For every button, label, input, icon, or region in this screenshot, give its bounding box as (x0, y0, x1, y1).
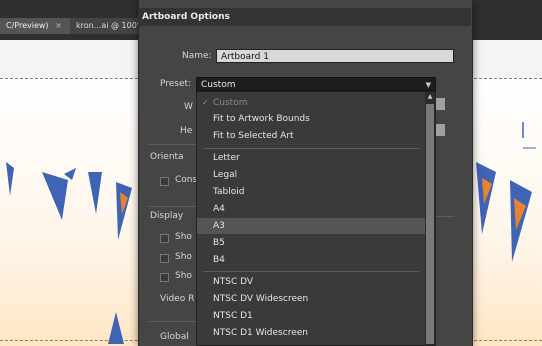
preset-dropdown-list[interactable]: ✓ Custom Fit to Artwork Bounds Fit to Se… (196, 91, 436, 346)
height-label: He (180, 126, 193, 136)
preset-option[interactable]: Tabloid (213, 184, 409, 200)
scroll-up-icon[interactable]: ▲ (425, 92, 435, 102)
preset-option[interactable]: Legal (213, 167, 409, 183)
global-group-label: Global (160, 332, 189, 342)
document-tab-label: C/Preview) (6, 21, 49, 30)
group-divider (148, 144, 196, 145)
name-input[interactable]: Artboard 1 (216, 49, 454, 63)
carrot-illustration (116, 182, 132, 240)
preset-option[interactable]: Fit to Selected Art (213, 128, 409, 144)
preset-select[interactable]: Custom ▼ (196, 77, 436, 91)
checkmark-icon: ✓ (202, 98, 209, 107)
dropdown-separator (203, 148, 419, 149)
group-divider (436, 216, 454, 217)
group-divider (148, 206, 196, 207)
orientation-label: Orienta (150, 152, 184, 162)
height-input-edge[interactable] (436, 124, 445, 136)
carrot-illustration (510, 180, 532, 262)
preset-option[interactable]: NTSC DV Widescreen (213, 291, 409, 307)
preset-option[interactable]: Fit to Artwork Bounds (213, 111, 409, 127)
width-label: W (184, 102, 193, 112)
show-option-label: Sho (175, 271, 192, 281)
preset-select-value: Custom (201, 80, 236, 90)
constrain-label: Cons (175, 175, 198, 185)
preset-option[interactable]: Letter (213, 150, 409, 166)
preset-option[interactable]: B4 (213, 252, 409, 268)
document-tab[interactable]: kron...ai @ 100% (70, 18, 142, 34)
close-icon[interactable]: × (55, 21, 62, 30)
preset-option-label: Custom (213, 98, 248, 108)
carrot-illustration (6, 162, 14, 196)
name-label: Name: (182, 51, 212, 61)
width-input-edge[interactable] (436, 98, 445, 110)
preset-option[interactable]: NTSC D1 Widescreen (213, 325, 409, 341)
show-option-checkbox[interactable] (160, 234, 169, 243)
carrot-illustration (476, 162, 496, 234)
preset-option[interactable]: A4 (213, 201, 409, 217)
scrollbar-thumb[interactable] (426, 104, 434, 344)
display-group-label: Display (150, 211, 184, 221)
preset-option-custom[interactable]: ✓ Custom (202, 95, 409, 111)
preset-option[interactable]: NTSC DV (213, 274, 409, 290)
document-tab-label: kron...ai @ 100% (76, 21, 142, 30)
show-option-label: Sho (175, 252, 192, 262)
preset-option[interactable]: NTSC D1 (213, 308, 409, 324)
dialog-title: Artboard Options (138, 8, 471, 26)
dropdown-separator (203, 271, 419, 272)
preset-label: Preset: (160, 79, 192, 89)
carrot-illustration (42, 168, 76, 220)
carrot-illustration (88, 172, 102, 214)
carrot-illustration (108, 312, 124, 344)
show-option-checkbox[interactable] (160, 254, 169, 263)
chevron-down-icon[interactable]: ▼ (426, 78, 431, 92)
show-option-label: Sho (175, 232, 192, 242)
dropdown-scrollbar[interactable]: ▲ (425, 92, 435, 345)
video-ruler-label: Video R (160, 294, 195, 304)
document-tab-active[interactable]: C/Preview) × (0, 18, 78, 34)
group-divider (148, 321, 196, 322)
show-option-checkbox[interactable] (160, 273, 169, 282)
constrain-checkbox[interactable] (160, 177, 169, 186)
preset-option[interactable]: B5 (213, 235, 409, 251)
selection-cursor-icon (522, 122, 536, 149)
preset-option-selected[interactable]: A3 (197, 218, 425, 234)
